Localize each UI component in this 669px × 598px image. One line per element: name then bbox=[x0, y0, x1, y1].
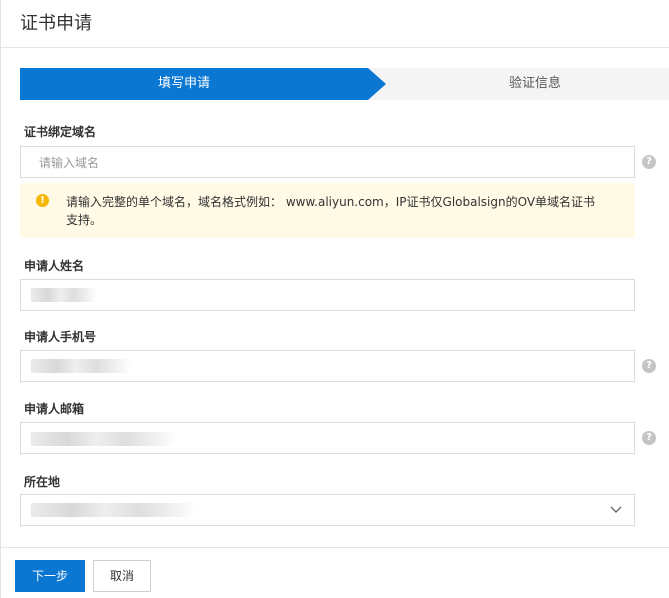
domain-input[interactable]: 请输入域名 bbox=[20, 146, 635, 178]
next-step-button[interactable]: 下一步 bbox=[15, 560, 85, 592]
notice-text: 请输入完整的单个域名，域名格式例如： www.aliyun.com，IP证书仅G… bbox=[66, 195, 596, 227]
applicant-phone-label: 申请人手机号 bbox=[24, 330, 97, 344]
page-header: 证书申请 bbox=[1, 0, 669, 48]
masked-name-value bbox=[31, 288, 97, 302]
warning-icon: ! bbox=[36, 194, 49, 207]
domain-placeholder: 请输入域名 bbox=[39, 156, 100, 170]
applicant-name-label: 申请人姓名 bbox=[24, 259, 85, 273]
phone-help-icon[interactable]: ? bbox=[642, 359, 656, 373]
cert-apply-page: 证书申请 填写申请 验证信息 证书绑定域名 请输入域名 ? ! 请输入完整的单个… bbox=[0, 0, 669, 598]
domain-help-icon[interactable]: ? bbox=[642, 155, 656, 169]
applicant-email-input[interactable] bbox=[20, 422, 635, 454]
step-progress: 填写申请 验证信息 bbox=[20, 68, 669, 100]
step-arrow bbox=[368, 68, 386, 100]
email-help-icon[interactable]: ? bbox=[642, 431, 656, 445]
cancel-button[interactable]: 取消 bbox=[93, 560, 151, 592]
applicant-name-input[interactable] bbox=[20, 279, 635, 311]
domain-notice: ! 请输入完整的单个域名，域名格式例如： www.aliyun.com，IP证书… bbox=[20, 183, 635, 238]
location-label: 所在地 bbox=[24, 475, 61, 489]
step-verify-info: 验证信息 bbox=[509, 76, 562, 91]
step-fill-application: 填写申请 bbox=[158, 76, 211, 91]
masked-location-value bbox=[31, 503, 196, 517]
masked-email-value bbox=[31, 432, 176, 446]
chevron-down-icon[interactable] bbox=[610, 503, 622, 515]
applicant-email-label: 申请人邮箱 bbox=[24, 402, 85, 416]
location-select[interactable] bbox=[20, 494, 635, 526]
page-title: 证书申请 bbox=[20, 13, 92, 34]
domain-label: 证书绑定域名 bbox=[24, 125, 97, 139]
masked-phone-value bbox=[31, 359, 131, 373]
applicant-phone-input[interactable] bbox=[20, 350, 635, 382]
